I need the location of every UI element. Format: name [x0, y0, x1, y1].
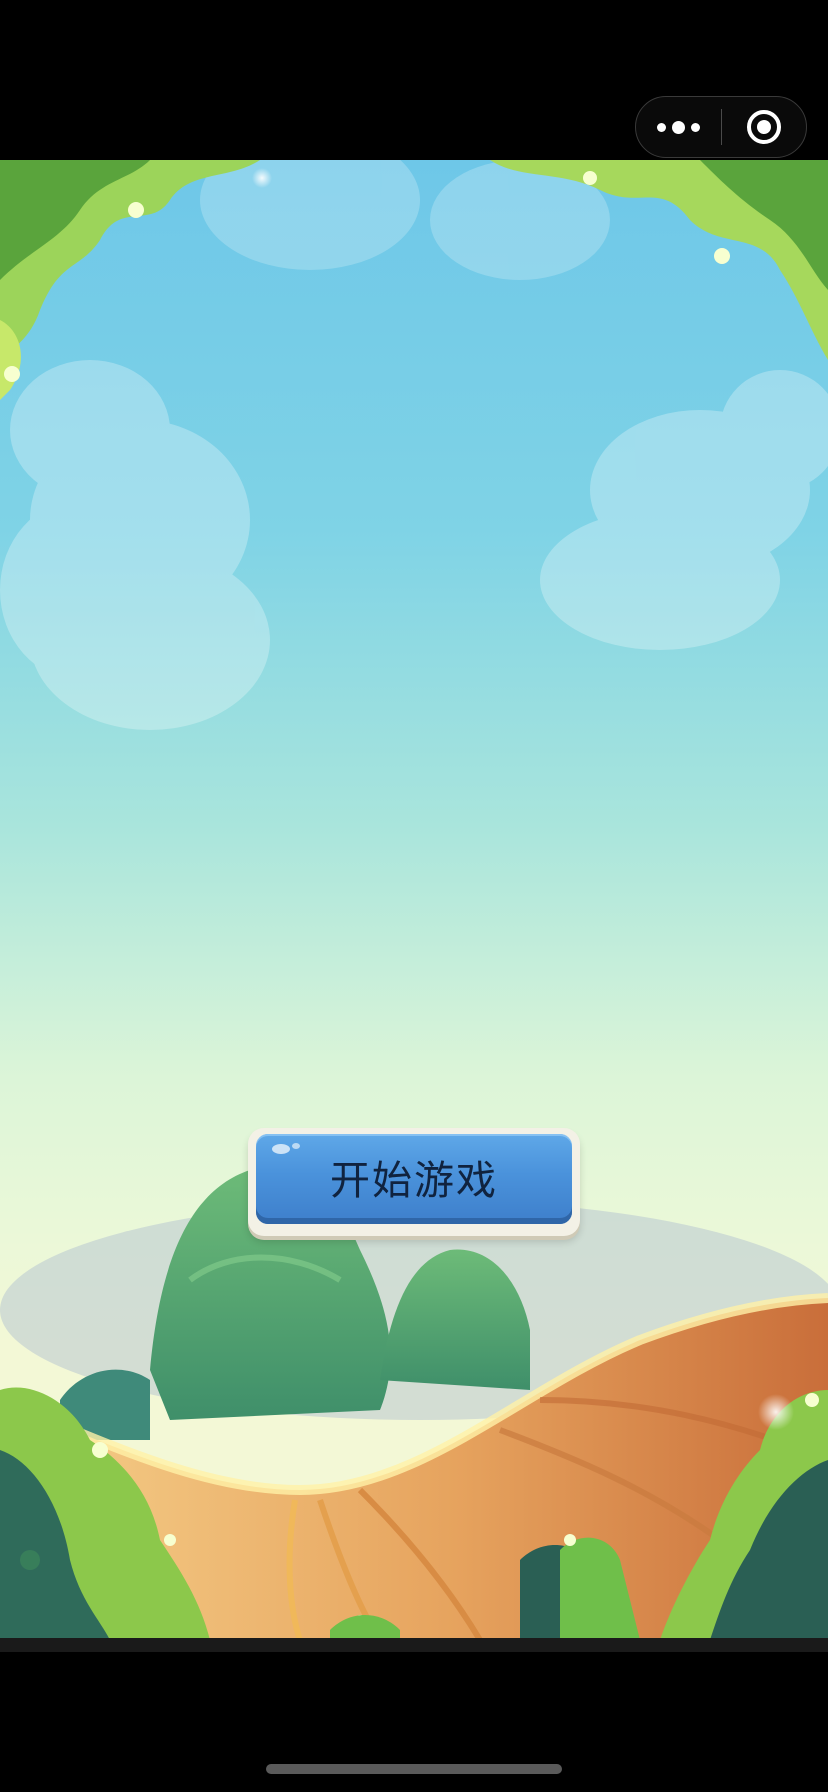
mini-program-capsule — [635, 96, 807, 158]
start-game-button[interactable]: 开始游戏 — [248, 1128, 580, 1236]
target-circle-icon — [746, 110, 781, 144]
cloud-right — [540, 370, 828, 650]
scene-illustration — [0, 160, 828, 1640]
bottom-divider — [0, 1638, 828, 1652]
home-indicator[interactable] — [266, 1764, 562, 1774]
more-dots-icon — [657, 122, 666, 132]
close-button[interactable] — [722, 97, 806, 157]
more-button[interactable] — [636, 97, 721, 157]
game-screen: 开始游戏 — [0, 0, 828, 1792]
cloud-left — [0, 360, 270, 730]
game-background-scene — [0, 160, 828, 1640]
start-game-label: 开始游戏 — [330, 1158, 498, 1204]
start-game-button-face: 开始游戏 — [256, 1134, 572, 1224]
